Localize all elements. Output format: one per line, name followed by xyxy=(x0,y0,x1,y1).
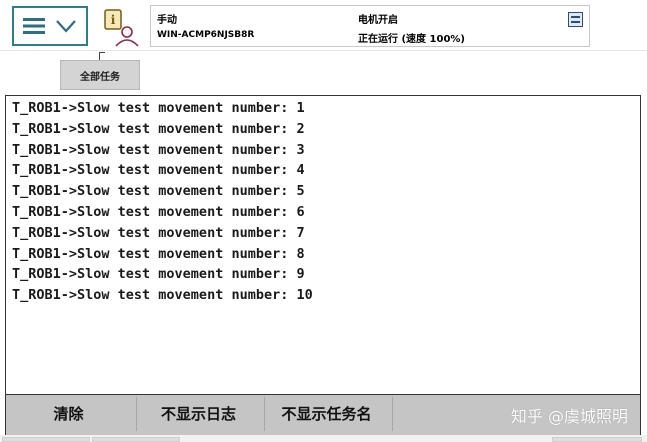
chevron-down-icon xyxy=(56,20,76,33)
tab-label: 全部任务 xyxy=(80,71,120,83)
log-line: T_ROB1->Slow test movement number: 7 xyxy=(12,224,305,241)
info-person-icon[interactable]: i xyxy=(102,8,142,48)
taskbar-slot[interactable] xyxy=(552,437,642,442)
bottom-toolbar: 清除 不显示日志 不显示任务名 知乎 @虞城照明 xyxy=(5,395,641,435)
tab-divider xyxy=(0,50,647,51)
tab-connector-horizontal xyxy=(99,52,105,53)
hamburger-icon xyxy=(23,18,45,34)
controller-name: WIN-ACMP6NJSB8R xyxy=(157,30,255,40)
svg-text:i: i xyxy=(111,13,116,27)
log-line: T_ROB1->Slow test movement number: 3 xyxy=(12,141,305,158)
log-line: T_ROB1->Slow test movement number: 2 xyxy=(12,120,305,137)
clear-button[interactable]: 清除 xyxy=(6,395,131,431)
log-line: T_ROB1->Slow test movement number: 5 xyxy=(12,183,305,200)
log-line: T_ROB1->Slow test movement number: 10 xyxy=(12,287,313,304)
watermark-text: 知乎 @虞城照明 xyxy=(510,407,628,426)
toolbar-separator xyxy=(392,397,393,431)
motor-state: 电机开启 xyxy=(358,15,398,26)
header-bar: i 手动 WIN-ACMP6NJSB8R 电机开启 正在运行 (速度 100%) xyxy=(0,0,647,50)
event-log-panel[interactable]: T_ROB1->Slow test movement number: 1 T_R… xyxy=(5,95,641,395)
main-menu-button[interactable] xyxy=(12,6,88,46)
status-window-icon[interactable] xyxy=(568,12,583,27)
log-line: T_ROB1->Slow test movement number: 8 xyxy=(12,245,305,262)
log-line: T_ROB1->Slow test movement number: 9 xyxy=(12,266,305,283)
hide-task-name-button[interactable]: 不显示任务名 xyxy=(264,395,389,431)
log-line: T_ROB1->Slow test movement number: 6 xyxy=(12,203,305,220)
status-panel[interactable]: 手动 WIN-ACMP6NJSB8R 电机开启 正在运行 (速度 100%) xyxy=(150,5,590,47)
mode-text: 手动 xyxy=(157,15,177,26)
log-line: T_ROB1->Slow test movement number: 4 xyxy=(12,162,305,179)
taskbar-slot[interactable] xyxy=(92,437,180,442)
run-state: 正在运行 (速度 100%) xyxy=(358,34,465,45)
hide-log-button[interactable]: 不显示日志 xyxy=(136,395,261,431)
taskbar-slot[interactable] xyxy=(2,437,90,442)
tab-all-tasks[interactable]: 全部任务 xyxy=(60,60,140,90)
log-line: T_ROB1->Slow test movement number: 1 xyxy=(12,100,305,116)
